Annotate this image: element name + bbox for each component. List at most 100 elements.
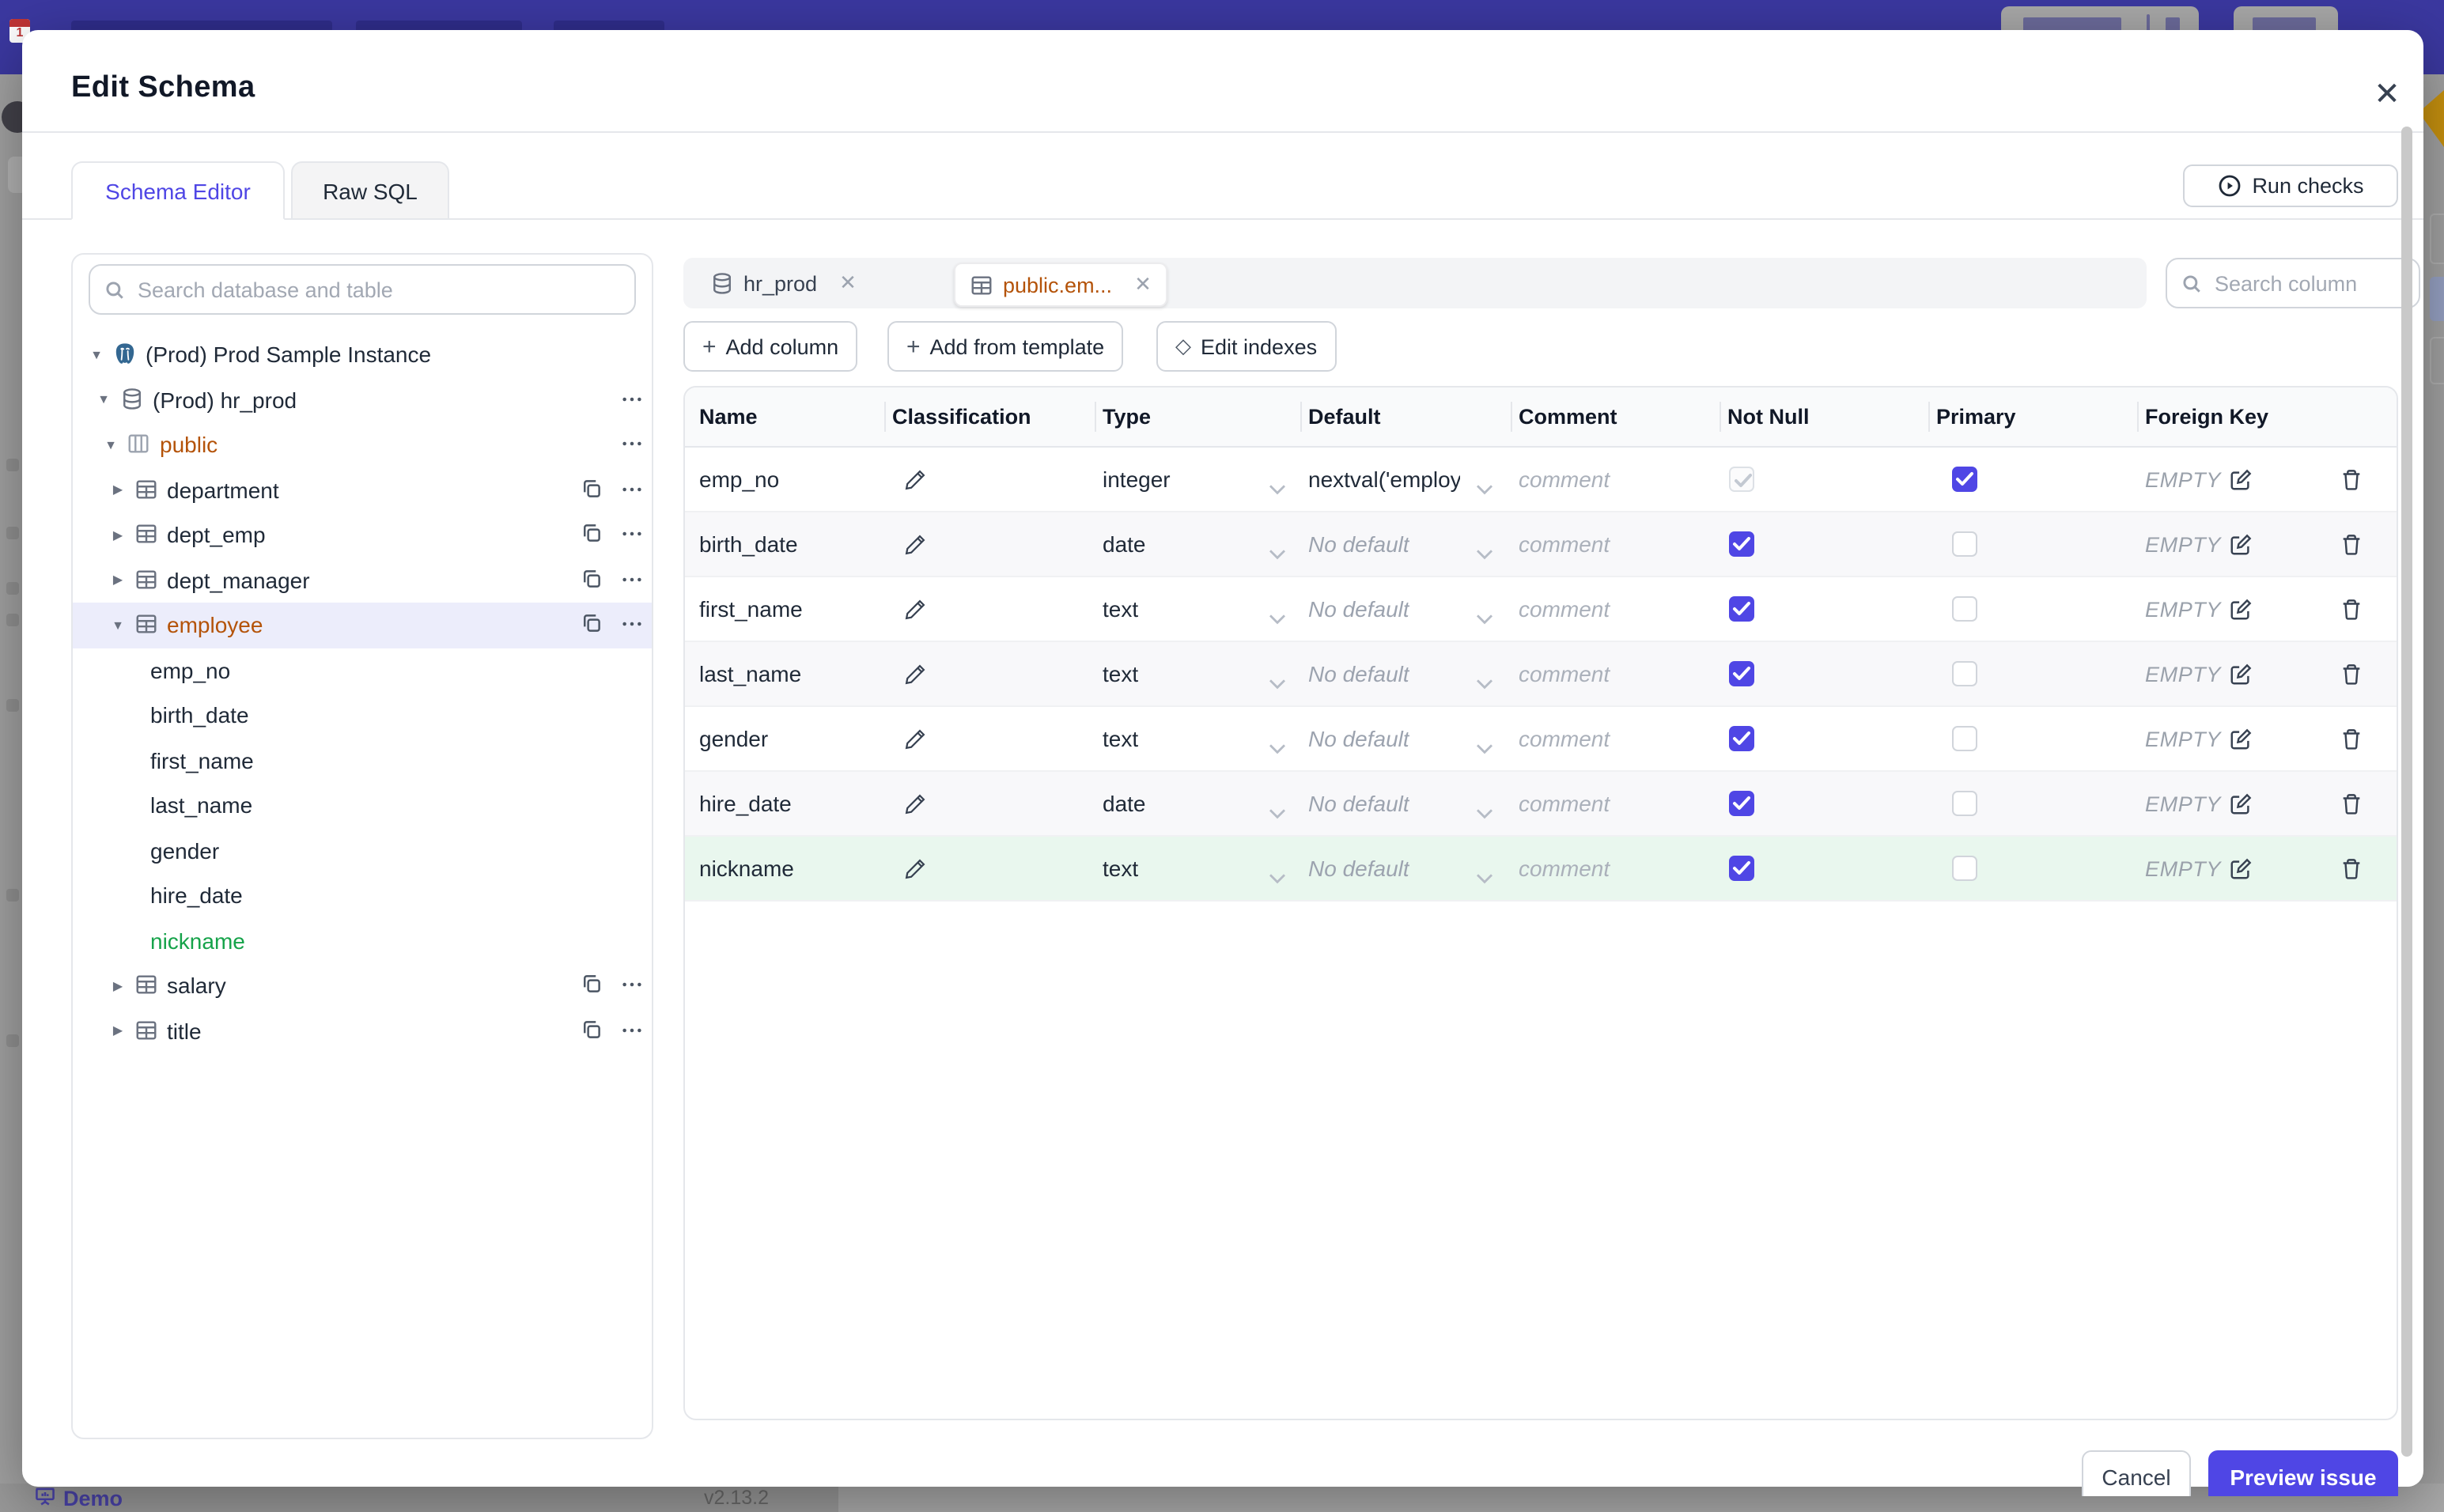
ellipsis-menu-icon[interactable]	[620, 973, 645, 998]
copy-icon[interactable]	[581, 567, 606, 592]
primary-checkbox[interactable]	[1952, 596, 1977, 622]
chevron-down-icon[interactable]: ▼	[110, 618, 126, 633]
comment-field[interactable]: comment	[1519, 642, 1610, 705]
close-icon[interactable]: ✕	[839, 270, 857, 296]
chevron-down-icon[interactable]	[1476, 604, 1493, 633]
type-select[interactable]: text	[1103, 837, 1138, 900]
not-null-checkbox[interactable]	[1729, 726, 1754, 751]
not-null-checkbox[interactable]	[1729, 661, 1754, 686]
chevron-right-icon[interactable]: ▶	[110, 483, 126, 497]
chevron-down-icon[interactable]: ▼	[103, 438, 119, 452]
chevron-down-icon[interactable]	[1269, 734, 1286, 762]
close-icon[interactable]: ✕	[2370, 77, 2404, 112]
primary-checkbox[interactable]	[1952, 467, 1977, 492]
column-name-field[interactable]: last_name	[699, 642, 801, 705]
not-null-checkbox[interactable]	[1729, 531, 1754, 557]
editor-tab-hr_prod[interactable]: hr_prod ✕	[696, 263, 871, 304]
comment-field[interactable]: comment	[1519, 837, 1610, 900]
chevron-down-icon[interactable]	[1476, 799, 1493, 827]
edit-square-icon[interactable]	[2229, 727, 2253, 750]
chevron-right-icon[interactable]: ▶	[110, 528, 126, 542]
delete-column-icon[interactable]	[2340, 707, 2363, 770]
database-search-input[interactable]	[89, 264, 636, 315]
comment-field[interactable]: comment	[1519, 577, 1610, 641]
not-null-checkbox[interactable]	[1729, 856, 1754, 881]
default-select[interactable]: No default	[1308, 837, 1409, 900]
ellipsis-menu-icon[interactable]	[620, 1018, 645, 1043]
type-select[interactable]: date	[1103, 772, 1146, 835]
default-select[interactable]: No default	[1308, 512, 1409, 576]
tree-item-(Prod) Prod Sample Instance[interactable]: ▼ (Prod) Prod Sample Instance	[73, 332, 652, 377]
copy-icon[interactable]	[581, 612, 606, 637]
chevron-down-icon[interactable]: ▼	[89, 348, 104, 362]
tree-item-department[interactable]: ▶ department	[73, 467, 652, 512]
default-select[interactable]: No default	[1308, 577, 1409, 641]
classification-edit-icon[interactable]	[903, 448, 927, 511]
cancel-button[interactable]: Cancel	[2082, 1450, 2191, 1496]
classification-edit-icon[interactable]	[903, 707, 927, 770]
chevron-down-icon[interactable]	[1476, 539, 1493, 568]
chevron-down-icon[interactable]	[1476, 734, 1493, 762]
delete-column-icon[interactable]	[2340, 577, 2363, 641]
default-select[interactable]: nextval('employ	[1308, 448, 1460, 511]
column-name-field[interactable]: birth_date	[699, 512, 798, 576]
copy-icon[interactable]	[581, 1018, 606, 1043]
chevron-down-icon[interactable]	[1269, 799, 1286, 827]
run-checks-button[interactable]: Run checks	[2183, 164, 2398, 207]
ellipsis-menu-icon[interactable]	[620, 522, 645, 547]
classification-edit-icon[interactable]	[903, 512, 927, 576]
default-select[interactable]: No default	[1308, 772, 1409, 835]
default-select[interactable]: No default	[1308, 642, 1409, 705]
not-null-checkbox[interactable]	[1729, 596, 1754, 622]
tab-schema-editor[interactable]: Schema Editor	[71, 161, 285, 220]
type-select[interactable]: text	[1103, 577, 1138, 641]
chevron-down-icon[interactable]	[1269, 604, 1286, 633]
tree-item-gender[interactable]: gender	[73, 828, 652, 873]
chevron-down-icon[interactable]	[1476, 864, 1493, 892]
tree-item-employee[interactable]: ▼ employee	[73, 603, 652, 648]
primary-checkbox[interactable]	[1952, 726, 1977, 751]
add-from-template-button[interactable]: + Add from template	[887, 321, 1124, 372]
tab-raw-sql[interactable]: Raw SQL	[291, 161, 449, 220]
database-search-field[interactable]	[134, 276, 620, 303]
modal-scrollbar[interactable]	[2401, 127, 2412, 1457]
tree-item-last_name[interactable]: last_name	[73, 783, 652, 828]
edit-square-icon[interactable]	[2229, 597, 2253, 621]
classification-edit-icon[interactable]	[903, 577, 927, 641]
close-icon[interactable]: ✕	[1134, 272, 1152, 297]
not-null-checkbox[interactable]	[1729, 791, 1754, 816]
edit-indexes-button[interactable]: ◇ Edit indexes	[1156, 321, 1337, 372]
tree-item-emp_no[interactable]: emp_no	[73, 648, 652, 693]
ellipsis-menu-icon[interactable]	[620, 477, 645, 502]
classification-edit-icon[interactable]	[903, 837, 927, 900]
comment-field[interactable]: comment	[1519, 772, 1610, 835]
primary-checkbox[interactable]	[1952, 661, 1977, 686]
type-select[interactable]: text	[1103, 707, 1138, 770]
tree-item-salary[interactable]: ▶ salary	[73, 963, 652, 1008]
chevron-down-icon[interactable]	[1476, 474, 1493, 503]
tree-item-title[interactable]: ▶ title	[73, 1008, 652, 1053]
edit-square-icon[interactable]	[2229, 532, 2253, 556]
classification-edit-icon[interactable]	[903, 642, 927, 705]
type-select[interactable]: date	[1103, 512, 1146, 576]
add-column-button[interactable]: + Add column	[683, 321, 858, 372]
chevron-right-icon[interactable]: ▶	[110, 979, 126, 993]
copy-icon[interactable]	[581, 522, 606, 547]
ellipsis-menu-icon[interactable]	[620, 612, 645, 637]
tree-item-first_name[interactable]: first_name	[73, 738, 652, 783]
tree-item-(Prod) hr_prod[interactable]: ▼ (Prod) hr_prod	[73, 377, 652, 422]
delete-column-icon[interactable]	[2340, 837, 2363, 900]
chevron-down-icon[interactable]	[1269, 539, 1286, 568]
edit-square-icon[interactable]	[2229, 792, 2253, 815]
edit-square-icon[interactable]	[2229, 662, 2253, 686]
chevron-down-icon[interactable]	[1269, 474, 1286, 503]
tree-item-nickname[interactable]: nickname	[73, 918, 652, 963]
comment-field[interactable]: comment	[1519, 448, 1610, 511]
tree-item-dept_manager[interactable]: ▶ dept_manager	[73, 558, 652, 603]
comment-field[interactable]: comment	[1519, 707, 1610, 770]
column-name-field[interactable]: gender	[699, 707, 768, 770]
delete-column-icon[interactable]	[2340, 512, 2363, 576]
tree-item-hire_date[interactable]: hire_date	[73, 873, 652, 918]
tree-item-birth_date[interactable]: birth_date	[73, 693, 652, 738]
ellipsis-menu-icon[interactable]	[620, 567, 645, 592]
